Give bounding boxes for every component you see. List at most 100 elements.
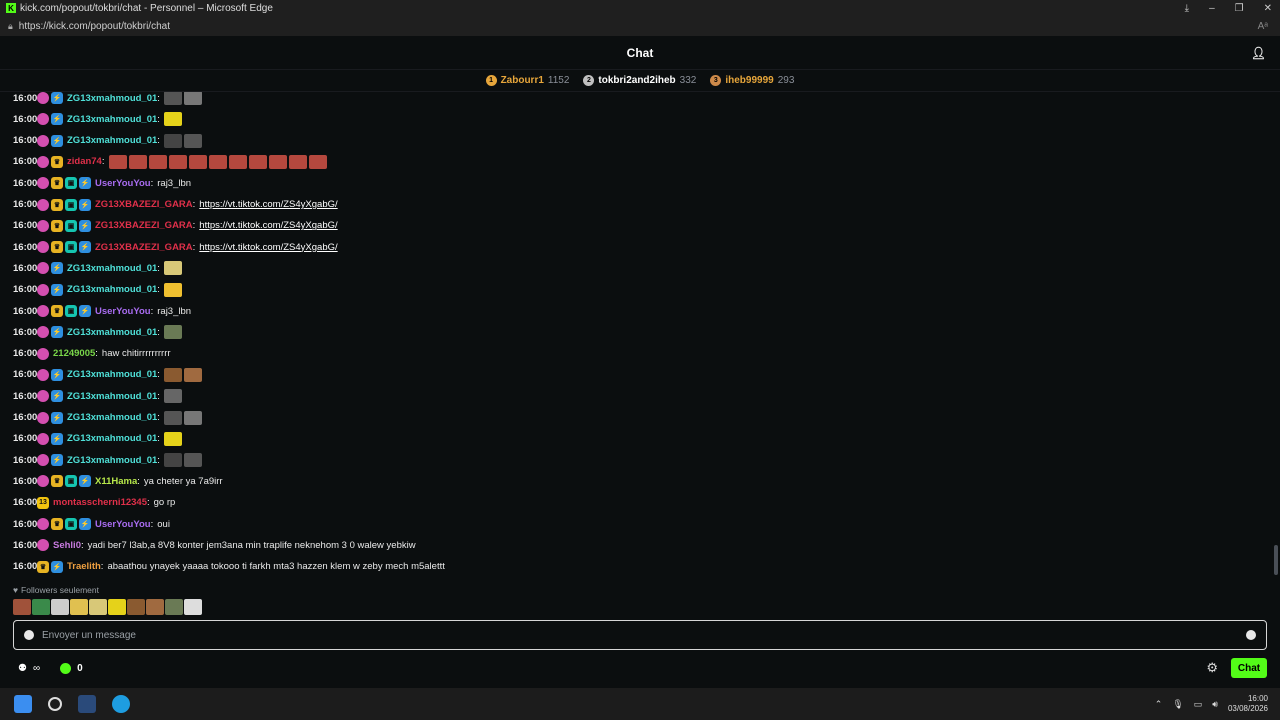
username[interactable]: X11Hama (95, 476, 137, 487)
leaderboard-entry[interactable]: 2 tokbri2and2iheb 332 (583, 75, 696, 86)
windows-start-icon[interactable] (14, 695, 32, 713)
sub-badge-icon[interactable] (37, 432, 49, 445)
emote-icon[interactable] (108, 154, 127, 169)
username[interactable]: Traelith (67, 561, 101, 572)
steam-icon[interactable] (78, 695, 96, 713)
emote-icon[interactable] (163, 431, 182, 446)
message-link[interactable]: https://vt.tiktok.com/ZS4yXgabG/ (199, 242, 337, 253)
vip-badge-icon[interactable]: ⚡ (79, 219, 91, 232)
crown-badge-icon[interactable]: ♛ (51, 155, 63, 168)
sub-badge-icon[interactable] (37, 262, 49, 275)
sub-badge-icon[interactable] (37, 539, 49, 552)
username[interactable]: ZG13xmahmoud_01 (67, 93, 157, 104)
quick-emote-icon[interactable] (70, 599, 88, 615)
emote-icon[interactable] (248, 154, 267, 169)
emote-icon[interactable] (308, 154, 327, 169)
crown-badge-icon[interactable]: ♛ (51, 219, 63, 232)
lock-icon[interactable]: 🔒︎ (8, 21, 13, 32)
quick-emote-icon[interactable] (89, 599, 107, 615)
username[interactable]: ZG13XBAZEZI_GARA (95, 242, 193, 253)
crown-badge-icon[interactable]: ♛ (37, 560, 49, 573)
url-text[interactable]: https://kick.com/popout/tokbri/chat (19, 21, 170, 32)
emote-icon[interactable] (268, 154, 287, 169)
message-link[interactable]: https://vt.tiktok.com/ZS4yXgabG/ (199, 220, 337, 231)
quick-emote-icon[interactable] (32, 599, 50, 615)
message-link[interactable]: https://vt.tiktok.com/ZS4yXgabG/ (199, 199, 337, 210)
vip-badge-icon[interactable]: ⚡ (79, 177, 91, 190)
sub-badge-icon[interactable] (37, 155, 49, 168)
emote-icon[interactable] (163, 112, 182, 127)
sub-badge-icon[interactable] (37, 283, 49, 296)
download-icon[interactable]: ⤓ (1185, 3, 1189, 14)
vip-badge-icon[interactable]: ⚡ (51, 262, 63, 275)
vip-badge-icon[interactable]: ⚡ (51, 368, 63, 381)
emote-icon[interactable] (228, 154, 247, 169)
search-icon[interactable] (48, 697, 62, 711)
crown-badge-icon[interactable]: ♛ (51, 518, 63, 530)
chat-scrollbar[interactable] (1274, 545, 1278, 575)
crown-badge-icon[interactable]: ♛ (51, 305, 63, 317)
quick-emote-icon[interactable] (108, 599, 126, 615)
gear-icon[interactable]: ⚙ (1206, 660, 1218, 676)
reader-mode-icon[interactable]: Aᵃ (1258, 21, 1268, 32)
network-icon[interactable]: ▭ (1194, 699, 1203, 710)
restore-icon[interactable]: ❐ (1235, 3, 1244, 14)
sub-badge-icon[interactable] (37, 518, 49, 530)
emote-icon[interactable] (183, 453, 202, 468)
emote-icon[interactable] (163, 389, 182, 404)
vip-badge-icon[interactable]: ⚡ (79, 241, 91, 254)
emote-icon[interactable] (183, 92, 202, 105)
emote-icon[interactable] (183, 133, 202, 148)
sub-badge-icon[interactable] (37, 390, 49, 403)
emote-icon[interactable] (163, 453, 182, 468)
leaderboard-entry[interactable]: 1 Zabourr1 1152 (485, 75, 569, 86)
emote-icon[interactable] (163, 282, 182, 297)
sub-badge-icon[interactable] (37, 198, 49, 211)
emote-icon[interactable] (168, 154, 187, 169)
sub-badge-icon[interactable] (37, 475, 49, 488)
quick-emote-icon[interactable] (165, 599, 183, 615)
vip-badge-icon[interactable]: ⚡ (51, 411, 63, 424)
username[interactable]: montasscherni12345 (53, 497, 147, 508)
sub-badge-icon[interactable] (37, 411, 49, 424)
mod-badge-icon[interactable]: ▣ (65, 177, 77, 190)
quick-emote-icon[interactable] (127, 599, 145, 615)
username[interactable]: 21249005 (53, 348, 95, 359)
sub-badge-icon[interactable] (37, 454, 49, 467)
sub-badge-icon[interactable] (37, 92, 49, 104)
username[interactable]: ZG13xmahmoud_01 (67, 455, 157, 466)
sub-badge-icon[interactable] (37, 368, 49, 381)
vip-badge-icon[interactable]: ⚡ (51, 454, 63, 467)
send-chat-button[interactable]: Chat (1231, 658, 1267, 678)
emote-icon[interactable] (188, 154, 207, 169)
mod-badge-icon[interactable]: ▣ (65, 241, 77, 254)
vip-badge-icon[interactable]: ⚡ (79, 518, 91, 530)
vip-badge-icon[interactable]: ⚡ (51, 113, 63, 126)
vip-badge-icon[interactable]: ⚡ (51, 283, 63, 296)
crown-badge-icon[interactable]: ♛ (51, 177, 63, 190)
emote-icon[interactable] (208, 154, 227, 169)
username[interactable]: ZG13xmahmoud_01 (67, 135, 157, 146)
emote-icon[interactable] (288, 154, 307, 169)
mod-badge-icon[interactable]: ▣ (65, 219, 77, 232)
channel-points[interactable]: 0 (60, 662, 83, 674)
message-input-box[interactable] (13, 620, 1267, 650)
username[interactable]: UserYouYou (95, 178, 151, 189)
username[interactable]: zidan74 (67, 156, 102, 167)
sub-badge-icon[interactable] (37, 347, 49, 360)
sub-badge-icon[interactable] (37, 241, 49, 254)
edge-icon[interactable] (112, 695, 130, 713)
13-badge-icon[interactable]: 13 (37, 496, 49, 509)
username[interactable]: ZG13xmahmoud_01 (67, 327, 157, 338)
sub-badge-icon[interactable] (37, 219, 49, 232)
sub-badge-icon[interactable] (37, 177, 49, 190)
vip-badge-icon[interactable]: ⚡ (51, 92, 63, 104)
emote-icon[interactable] (183, 367, 202, 382)
emote-icon[interactable] (163, 92, 182, 105)
username[interactable]: Sehli0 (53, 540, 81, 551)
emote-icon[interactable] (163, 325, 182, 340)
users-icon[interactable]: 👤︎ (1251, 46, 1266, 60)
chevron-up-icon[interactable]: ⌃ (1155, 699, 1163, 710)
sub-badge-icon[interactable] (37, 134, 49, 147)
emote-icon[interactable] (148, 154, 167, 169)
